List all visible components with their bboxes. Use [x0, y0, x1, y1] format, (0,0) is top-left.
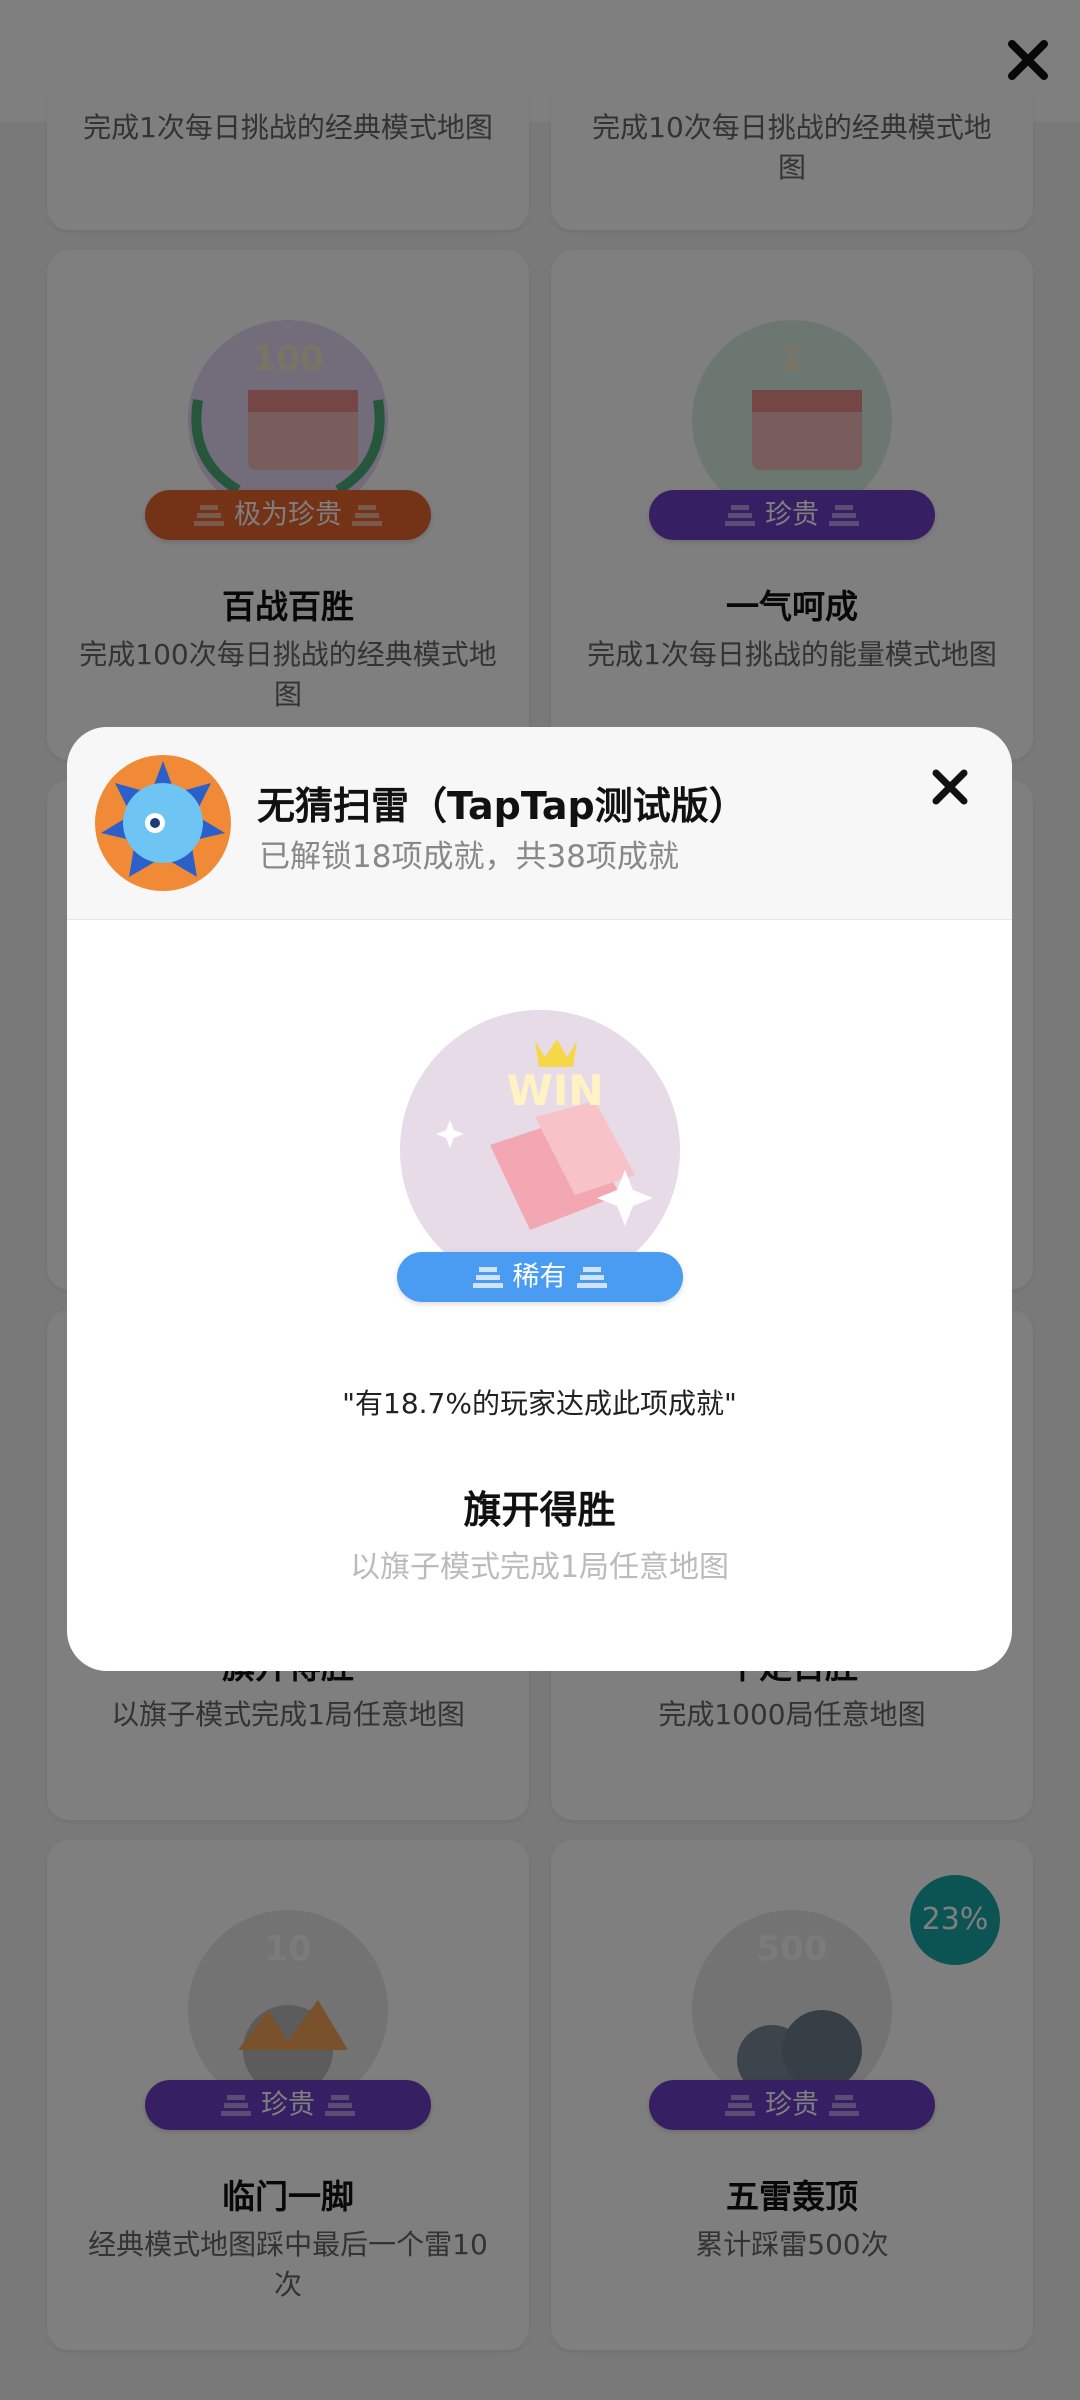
achievement-title: 旗开得胜 — [463, 1488, 616, 1532]
stack-icon — [576, 1266, 607, 1288]
stack-icon — [472, 1266, 503, 1288]
dim-overlay-top[interactable] — [0, 0, 1080, 122]
achievement-desc: 以旗子模式完成1局任意地图 — [349, 1550, 730, 1585]
unlock-summary: 已解锁18项成就，共38项成就 — [259, 839, 679, 875]
svg-text:WIN: WIN — [506, 1066, 603, 1115]
close-icon[interactable] — [930, 767, 970, 807]
player-percentage-quote: "有18.7%的玩家达成此项成就" — [342, 1387, 737, 1420]
app-title: 无猜扫雷（TapTap测试版） — [257, 784, 747, 828]
rarity-pill: 稀有 — [396, 1252, 683, 1302]
modal-header: 无猜扫雷（TapTap测试版） 已解锁18项成就，共38项成就 — [67, 727, 1012, 920]
achievement-modal: 无猜扫雷（TapTap测试版） 已解锁18项成就，共38项成就 WIN 稀有 "… — [67, 727, 1012, 1671]
minesweeper-app-icon — [95, 755, 231, 891]
